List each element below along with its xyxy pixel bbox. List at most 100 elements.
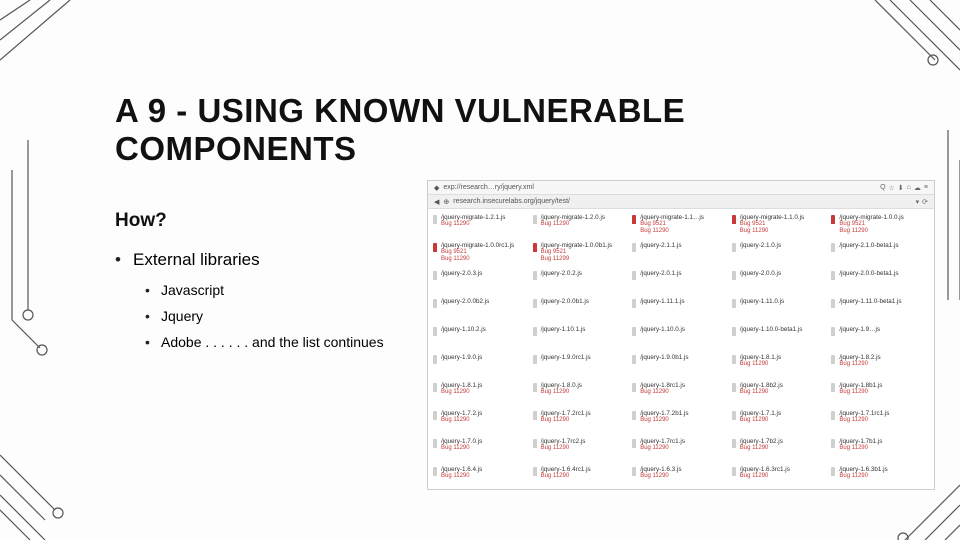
vuln-cell: /jquery-1.11.0.js: [731, 295, 831, 323]
file-name: /jquery-1.7b2.js: [740, 438, 831, 445]
file-name: /jquery-1.8.2.js: [839, 354, 930, 361]
file-name: /jquery-1.10.2.js: [441, 326, 532, 333]
back-icon: ◀: [434, 198, 439, 206]
bottle-icon: [533, 215, 537, 224]
vuln-cell: /jquery-1.6.3.jsBug 11290: [631, 463, 731, 490]
file-name: /jquery-1.10.0.js: [640, 326, 731, 333]
tab-title: exp://research…ry/jquery.xml: [443, 184, 534, 191]
vuln-cell: /jquery-1.9.0.js: [432, 351, 532, 379]
file-name: /jquery-1.7rc2.js: [541, 438, 632, 445]
vuln-cell: /jquery-1.11.0-beta1.js: [830, 295, 930, 323]
bottle-icon: [533, 299, 537, 308]
file-name: /jquery-1.9.0rc1.js: [541, 354, 632, 361]
file-name: /jquery-1.8.0.js: [541, 382, 632, 389]
vuln-cell: /jquery-1.6.4rc1.jsBug 11290: [532, 463, 632, 490]
vuln-cell: /jquery-1.8.1.jsBug 11290: [432, 379, 532, 407]
bullet-dot: •: [145, 308, 161, 324]
url-text: research.insecurelabs.org/jquery/test/: [453, 198, 570, 205]
file-name: /jquery-migrate-1.0.0b1.js: [541, 242, 632, 249]
vuln-cell: /jquery-1.9.0rc1.js: [532, 351, 632, 379]
vuln-cell: /jquery-1.9…js: [830, 323, 930, 351]
bottle-icon: [533, 411, 537, 420]
bottle-icon: [732, 411, 736, 420]
bottle-icon: [732, 439, 736, 448]
bottle-icon: [732, 467, 736, 476]
bottle-icon: [732, 327, 736, 336]
vuln-cell: /jquery-1.10.1.js: [532, 323, 632, 351]
bottle-icon: [632, 411, 636, 420]
bottle-icon: [831, 215, 835, 224]
bug-label-1: Bug 11290: [740, 389, 831, 396]
bottle-icon: [831, 467, 835, 476]
slide-title: A 9 - USING KNOWN VULNERABLE COMPONENTS: [115, 92, 685, 168]
bug-label-2: Bug 11290: [740, 228, 831, 235]
bug-label-2: Bug 11290: [441, 256, 532, 263]
bottle-icon: [533, 271, 537, 280]
file-name: /jquery-2.0.3.js: [441, 270, 532, 277]
file-name: /jquery-1.10.1.js: [541, 326, 632, 333]
bug-label-1: Bug 9521: [740, 221, 831, 228]
globe-icon: ⊕: [443, 198, 449, 206]
bottle-icon: [831, 355, 835, 364]
vuln-cell: /jquery-2.1.0.js: [731, 239, 831, 267]
vuln-cell: /jquery-2.1.1.js: [631, 239, 731, 267]
vuln-cell: /jquery-1.6.4.jsBug 11290: [432, 463, 532, 490]
file-name: /jquery-1.11.1.js: [640, 298, 731, 305]
file-name: /jquery-2.1.1.js: [640, 242, 731, 249]
bottle-icon: [632, 467, 636, 476]
vuln-cell: /jquery-migrate-1.0.0b1.jsBug 9521Bug 11…: [532, 239, 632, 267]
bottle-icon: [831, 411, 835, 420]
bug-label-1: Bug 11290: [441, 417, 532, 424]
vuln-cell: /jquery-1.8.0.jsBug 11290: [532, 379, 632, 407]
url-right-icons: ▾ ⟳: [916, 198, 928, 206]
bottle-icon: [632, 271, 636, 280]
bottle-icon: [433, 271, 437, 280]
file-name: /jquery-2.1.0-beta1.js: [839, 242, 930, 249]
vuln-cell: /jquery-2.0.1.js: [631, 267, 731, 295]
browser-urlbar: ◀ ⊕ research.insecurelabs.org/jquery/tes…: [428, 195, 934, 209]
vuln-cell: /jquery-1.8b1.jsBug 11290: [830, 379, 930, 407]
file-name: /jquery-1.7.2rc1.js: [541, 410, 632, 417]
bottle-icon: [831, 271, 835, 280]
home-icon: ⌂: [907, 184, 911, 192]
bug-label-1: Bug 11290: [541, 445, 632, 452]
bug-label-2: Bug 11299: [541, 256, 632, 263]
file-name: /jquery-2.0.0b1.js: [541, 298, 632, 305]
vuln-cell: /jquery-migrate-1.1…jsBug 9521Bug 11290: [631, 211, 731, 239]
bug-label-1: Bug 11290: [740, 445, 831, 452]
bottle-icon: [632, 299, 636, 308]
bug-label-1: Bug 11290: [441, 473, 532, 480]
vuln-cell: /jquery-2.0.0b2.js: [432, 295, 532, 323]
bug-label-1: Bug 11290: [839, 417, 930, 424]
bullet-dot: •: [115, 250, 133, 270]
vuln-cell: /jquery-1.10.2.js: [432, 323, 532, 351]
bottle-icon: [533, 439, 537, 448]
bottle-icon: [632, 215, 636, 224]
bottle-icon: [632, 327, 636, 336]
bottle-icon: [732, 271, 736, 280]
bug-label-1: Bug 11290: [541, 221, 632, 228]
file-name: /jquery-2.0.0-beta1.js: [839, 270, 930, 277]
vuln-cell: /jquery-1.8.1.jsBug 11290: [731, 351, 831, 379]
file-name: /jquery-2.0.1.js: [640, 270, 731, 277]
file-name: /jquery-2.0.2.js: [541, 270, 632, 277]
file-name: /jquery-2.0.0b2.js: [441, 298, 532, 305]
vuln-cell: /jquery-1.6.3b1.jsBug 11290: [830, 463, 930, 490]
file-name: /jquery-1.10.0-beta1.js: [740, 326, 831, 333]
vuln-cell: /jquery-1.7.2b1.jsBug 11290: [631, 407, 731, 435]
bottle-icon: [632, 355, 636, 364]
vuln-cell: /jquery-2.0.3.js: [432, 267, 532, 295]
title-line-1: A 9 - USING KNOWN VULNERABLE: [115, 92, 685, 129]
file-name: /jquery-1.7.2b1.js: [640, 410, 731, 417]
star-icon: ☆: [889, 184, 895, 192]
vuln-cell: /jquery-1.11.1.js: [631, 295, 731, 323]
bottle-icon: [533, 327, 537, 336]
vuln-cell: /jquery-1.7.1rc1.jsBug 11290: [830, 407, 930, 435]
file-name: /jquery-1.7.0.js: [441, 438, 532, 445]
bottle-icon: [732, 215, 736, 224]
file-name: /jquery-1.6.4.js: [441, 466, 532, 473]
bug-label-2: Bug 11290: [640, 228, 731, 235]
bottle-icon: [831, 383, 835, 392]
vuln-cell: /jquery-1.7rc1.jsBug 11290: [631, 435, 731, 463]
vuln-cell: /jquery-1.7b2.jsBug 11290: [731, 435, 831, 463]
